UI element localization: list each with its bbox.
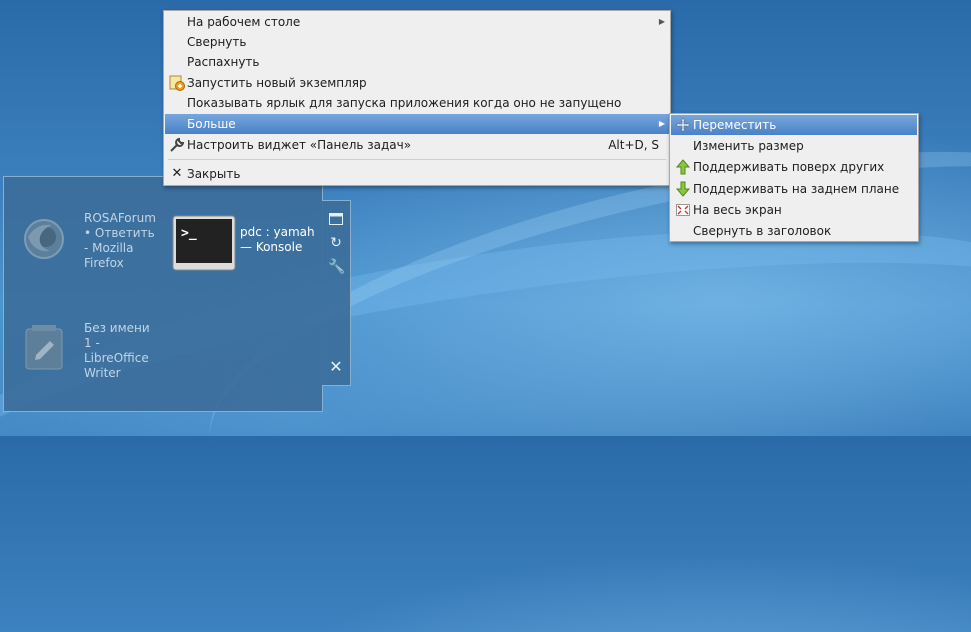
submenu-item-keep-below[interactable]: Поддерживать на заднем плане xyxy=(671,179,917,199)
move-icon xyxy=(675,117,691,133)
writer-icon[interactable] xyxy=(24,323,64,371)
submenu-arrow-icon: ▶ xyxy=(658,17,665,26)
arrow-down-icon xyxy=(675,181,691,197)
switcher-window-firefox[interactable]: ROSAForum • Ответить - Mozilla Firefox xyxy=(84,211,164,271)
wrench-icon[interactable]: 🔧 xyxy=(328,259,345,275)
firefox-icon[interactable] xyxy=(22,217,66,261)
menu-item-show-launcher[interactable]: Показывать ярлык для запуска приложения … xyxy=(165,93,669,113)
submenu-item-resize[interactable]: Изменить размер xyxy=(671,136,917,156)
submenu-item-shade[interactable]: Свернуть в заголовок xyxy=(671,221,917,241)
close-icon: ✕ xyxy=(171,166,183,181)
submenu-arrow-icon: ▶ xyxy=(658,119,665,128)
switcher-window-konsole[interactable]: pdc : yamah — Konsole xyxy=(240,225,320,255)
submenu-more: Переместить Изменить размер Поддерживать… xyxy=(669,113,919,242)
refresh-icon[interactable]: ↻ xyxy=(328,235,344,251)
launch-icon xyxy=(169,75,185,91)
switcher-window-writer[interactable]: Без имени 1 - LibreOffice Writer xyxy=(84,321,164,381)
menu-item-close[interactable]: ✕ Закрыть xyxy=(165,164,669,184)
wrench-icon xyxy=(169,137,185,153)
switcher-toolbar: ↻ 🔧 ✕ xyxy=(322,200,351,386)
menu-separator xyxy=(168,159,666,160)
menu-item-maximize[interactable]: Распахнуть xyxy=(165,52,669,72)
terminal-icon[interactable]: >_ xyxy=(172,215,236,271)
window-icon[interactable] xyxy=(328,213,344,229)
menu-item-on-desktop[interactable]: На рабочем столе ▶ xyxy=(165,12,669,32)
menu-item-new-instance[interactable]: Запустить новый экземпляр xyxy=(165,73,669,93)
submenu-item-keep-above[interactable]: Поддерживать поверх других xyxy=(671,157,917,177)
menu-item-more[interactable]: Больше ▶ xyxy=(165,114,669,134)
arrow-up-icon xyxy=(675,159,691,175)
close-icon[interactable]: ✕ xyxy=(328,359,344,375)
fullscreen-icon xyxy=(675,202,691,218)
window-switcher: ROSAForum • Ответить - Mozilla Firefox >… xyxy=(3,176,323,412)
submenu-item-move[interactable]: Переместить xyxy=(671,115,917,135)
menu-item-configure-taskbar[interactable]: Настроить виджет «Панель задач» Alt+D, S xyxy=(165,135,669,155)
context-menu: На рабочем столе ▶ Свернуть Распахнуть З… xyxy=(163,10,671,186)
menu-item-minimize[interactable]: Свернуть xyxy=(165,32,669,52)
svg-text:>_: >_ xyxy=(181,226,197,241)
submenu-item-fullscreen[interactable]: На весь экран xyxy=(671,200,917,220)
